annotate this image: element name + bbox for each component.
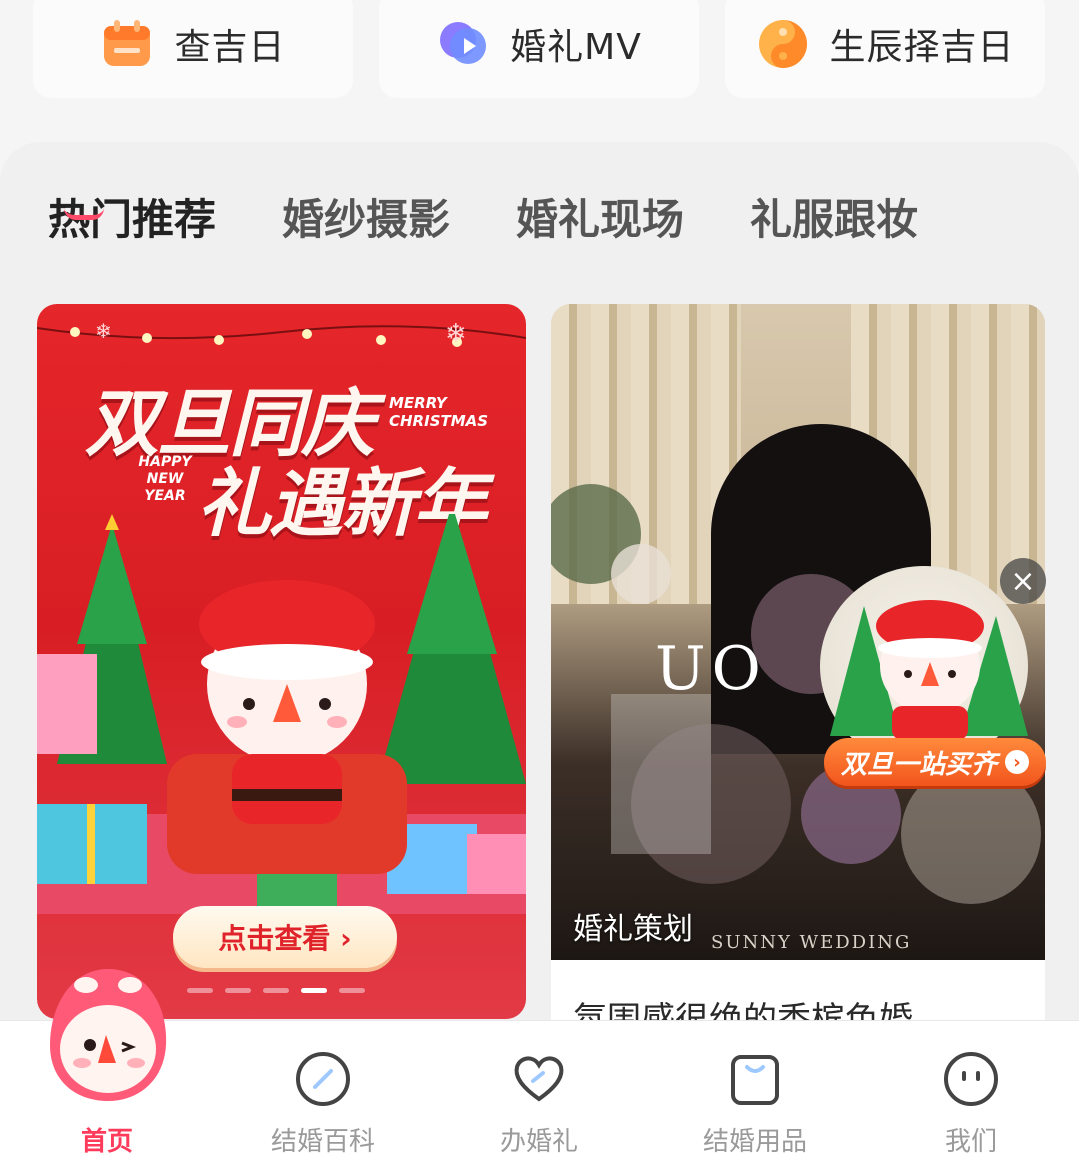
heart-icon xyxy=(511,1051,567,1107)
close-icon: × xyxy=(1010,563,1036,599)
carousel-dot[interactable] xyxy=(187,988,213,993)
mascot-icon[interactable] xyxy=(46,965,170,1105)
nav-label: 我们 xyxy=(944,1127,997,1157)
tool-wedding-mv[interactable]: 婚礼MV xyxy=(379,0,699,98)
christmas-scene-illustration xyxy=(37,514,526,914)
svg-text:❄: ❄ xyxy=(445,319,467,349)
nav-wedding-wiki[interactable]: 结婚百科 xyxy=(253,1021,393,1167)
category-tabs: 热门推荐 婚纱摄影 婚礼现场 礼服跟妆 xyxy=(48,186,918,266)
quick-tools: 查吉日 婚礼MV 生辰择吉日 xyxy=(0,0,1079,110)
video-play-icon xyxy=(436,16,492,72)
photo-sign: UO xyxy=(655,634,767,704)
carousel-dot[interactable] xyxy=(263,988,289,993)
floating-ad-button[interactable]: 双旦一站买齐 › xyxy=(824,738,1046,786)
carousel-dot[interactable] xyxy=(225,988,251,993)
photo-watermark: SUNNY WEDDING xyxy=(711,932,912,953)
view-details-button[interactable]: 点击查看 › xyxy=(173,906,397,968)
floating-ad-mascot xyxy=(820,566,1028,766)
tool-label: 生辰择吉日 xyxy=(829,27,1015,68)
carousel-dot[interactable] xyxy=(339,988,365,993)
tab-hot[interactable]: 热门推荐 xyxy=(48,186,216,266)
nav-label: 办婚礼 xyxy=(499,1127,578,1157)
tool-birth-date[interactable]: 生辰择吉日 xyxy=(725,0,1045,98)
tool-auspicious-day[interactable]: 查吉日 xyxy=(33,0,353,98)
compass-icon xyxy=(295,1051,351,1107)
arrow-right-icon: › xyxy=(1005,750,1029,774)
promo-banner[interactable]: ❄ ❄ 双旦同庆 MERRY CHRISTMAS HAPPY NEW YEAR … xyxy=(37,304,526,1019)
nav-plan-wedding[interactable]: 办婚礼 xyxy=(469,1021,609,1167)
tool-label: 查吉日 xyxy=(174,27,286,68)
yin-yang-icon xyxy=(755,16,811,72)
banner-happy-new-year: HAPPY NEW YEAR xyxy=(138,454,192,504)
tab-wedding-photo[interactable]: 婚纱摄影 xyxy=(282,186,450,266)
tab-wedding-scene[interactable]: 婚礼现场 xyxy=(516,186,684,266)
svg-text:❄: ❄ xyxy=(95,319,112,343)
home-page: 查吉日 婚礼MV 生辰择吉日 热门推荐 婚纱摄影 婚礼现场 礼服跟妆 ❄ ❄ 双… xyxy=(0,0,1079,1167)
carousel-dot-active[interactable] xyxy=(301,988,327,993)
nav-label: 结婚用品 xyxy=(702,1127,807,1157)
floating-ad-label: 双旦一站买齐 xyxy=(840,749,997,780)
carousel-dots xyxy=(187,988,365,993)
string-lights: ❄ ❄ xyxy=(37,319,526,349)
floating-ad[interactable]: 双旦一站买齐 › × xyxy=(820,558,1048,796)
bag-icon xyxy=(727,1051,783,1107)
smiley-icon xyxy=(943,1051,999,1107)
nav-label: 首页 xyxy=(80,1127,133,1157)
tool-label: 婚礼MV xyxy=(510,27,642,68)
tab-dress-makeup[interactable]: 礼服跟妆 xyxy=(750,186,918,266)
calendar-icon xyxy=(100,16,156,72)
nav-label: 结婚百科 xyxy=(270,1127,375,1157)
active-tab-indicator xyxy=(64,208,104,220)
banner-merry-christmas: MERRY CHRISTMAS xyxy=(389,394,489,430)
close-ad-button[interactable]: × xyxy=(1000,558,1046,604)
nav-about-us[interactable]: 我们 xyxy=(901,1021,1041,1167)
nav-wedding-supplies[interactable]: 结婚用品 xyxy=(685,1021,825,1167)
photo-category-label: 婚礼策划 xyxy=(573,912,693,947)
